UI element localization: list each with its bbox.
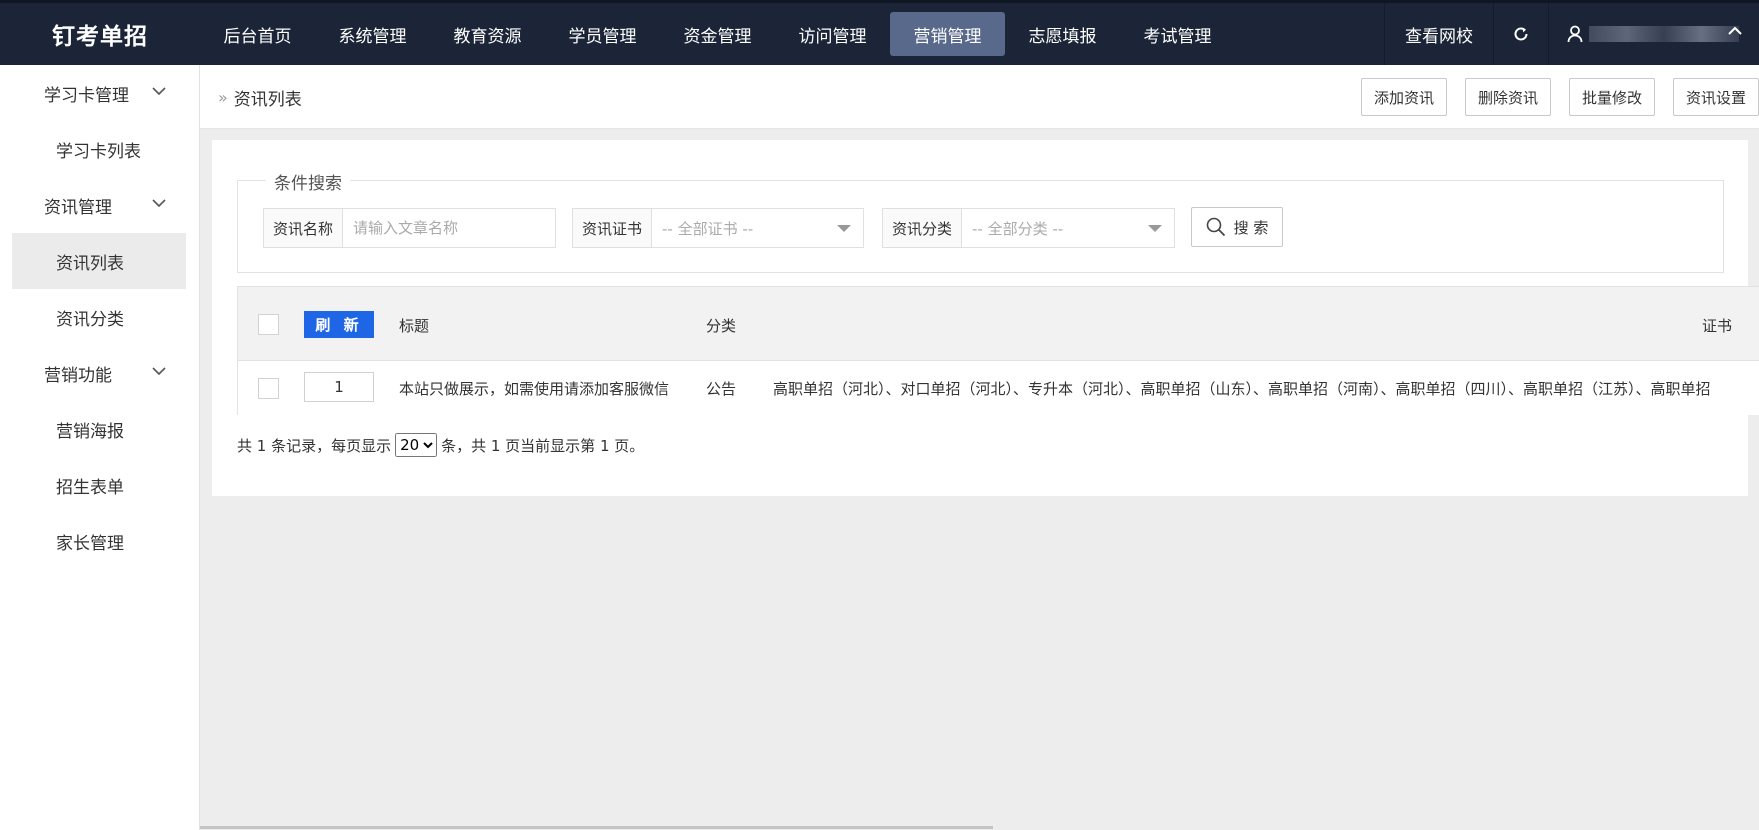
- caret-down-icon: [837, 224, 852, 232]
- sidebar-group-marketing[interactable]: 营销功能: [0, 345, 199, 401]
- search-legend: 条件搜索: [266, 169, 350, 194]
- page-title: 资讯列表: [233, 90, 302, 110]
- cert-select-value: -- 全部证书 --: [662, 219, 754, 238]
- category-field-label: 资讯分类: [883, 209, 963, 247]
- view-school-link[interactable]: 查看网校: [1385, 3, 1493, 65]
- chevron-down-icon: [152, 87, 166, 96]
- user-icon: [1567, 25, 1583, 43]
- nav-item-finance[interactable]: 资金管理: [660, 3, 775, 65]
- page-size-select[interactable]: 20: [395, 433, 438, 457]
- breadcrumb: » 资讯列表: [218, 85, 302, 110]
- row-checkbox[interactable]: [258, 378, 279, 399]
- sidebar-item-enroll-form[interactable]: 招生表单: [0, 457, 199, 513]
- sidebar-group-label: 营销功能: [44, 365, 112, 386]
- sidebar: 学习卡管理 学习卡列表 资讯管理 资讯列表 资讯分类 营销功能 营销海报 招生表…: [0, 65, 200, 830]
- sidebar-group-study-card[interactable]: 学习卡管理: [0, 65, 199, 121]
- refresh-button[interactable]: 刷 新: [304, 311, 374, 338]
- user-name-redacted: [1589, 26, 1739, 42]
- row-category: 公告: [706, 380, 737, 398]
- chevron-up-icon[interactable]: [1727, 25, 1743, 37]
- pager-prefix: 共 1 条记录，每页显示: [237, 436, 392, 455]
- row-order-input[interactable]: 1: [304, 372, 374, 402]
- table-row: 1 本站只做展示，如需使用请添加客服微信 公告 高职单招（河北）、对口单招（河北…: [238, 361, 1759, 415]
- nav-item-system[interactable]: 系统管理: [315, 3, 430, 65]
- sidebar-item-news-category[interactable]: 资讯分类: [0, 289, 199, 345]
- double-chevron-right-icon: »: [218, 88, 228, 107]
- name-field-label: 资讯名称: [264, 209, 344, 247]
- top-navbar: 钉考单招 后台首页 系统管理 教育资源 学员管理 资金管理 访问管理 营销管理 …: [0, 0, 1759, 65]
- sidebar-item-parents[interactable]: 家长管理: [0, 513, 199, 569]
- sidebar-item-poster[interactable]: 营销海报: [0, 401, 199, 457]
- chevron-down-icon: [152, 199, 166, 208]
- sidebar-item-study-card-list[interactable]: 学习卡列表: [0, 121, 199, 177]
- cert-field-label: 资讯证书: [573, 209, 653, 247]
- main-nav: 后台首页 系统管理 教育资源 学员管理 资金管理 访问管理 营销管理 志愿填报 …: [200, 3, 1235, 65]
- breadcrumb-bar: » 资讯列表 添加资讯 删除资讯 批量修改 资讯设置: [200, 65, 1759, 129]
- row-title[interactable]: 本站只做展示，如需使用请添加客服微信: [399, 378, 669, 399]
- news-table: 刷 新 标题 分类 证书 1 本站只做展示，如需使用请添加客服微信 公告 高职单…: [237, 286, 1759, 415]
- nav-item-education[interactable]: 教育资源: [430, 3, 545, 65]
- search-fieldset: 条件搜索 资讯名称 资讯证书 -- 全部证书 -- 资讯分类 -- 全部分类 -…: [237, 169, 1724, 273]
- nav-item-home[interactable]: 后台首页: [200, 3, 315, 65]
- batch-edit-button[interactable]: 批量修改: [1568, 78, 1655, 116]
- pagination: 共 1 条记录，每页显示 20 条，共 1 页当前显示第 1 页。: [237, 433, 644, 457]
- nav-item-students[interactable]: 学员管理: [545, 3, 660, 65]
- name-field-group: 资讯名称: [263, 208, 556, 248]
- header-title: 标题: [399, 317, 430, 335]
- select-all-checkbox[interactable]: [258, 314, 279, 335]
- nav-item-volunteer[interactable]: 志愿填报: [1005, 3, 1120, 65]
- page-actions: 添加资讯 删除资讯 批量修改 资讯设置: [1360, 78, 1759, 116]
- pager-suffix: 条，共 1 页当前显示第 1 页。: [441, 436, 645, 455]
- sidebar-group-label: 资讯管理: [44, 197, 112, 218]
- nav-item-exam[interactable]: 考试管理: [1120, 3, 1235, 65]
- nav-item-marketing[interactable]: 营销管理: [890, 12, 1005, 56]
- right-nav: 查看网校: [1384, 3, 1759, 65]
- row-certificate: 高职单招（河北）、对口单招（河北）、专升本（河北）、高职单招（山东）、高职单招（…: [773, 380, 1711, 398]
- name-search-input[interactable]: [343, 209, 554, 247]
- news-settings-button[interactable]: 资讯设置: [1672, 78, 1759, 116]
- header-category: 分类: [706, 317, 737, 335]
- delete-news-button[interactable]: 删除资讯: [1464, 78, 1551, 116]
- sidebar-item-news-list[interactable]: 资讯列表: [12, 233, 186, 289]
- add-news-button[interactable]: 添加资讯: [1360, 78, 1447, 116]
- table-header: 刷 新 标题 分类 证书: [238, 287, 1759, 361]
- search-button-label: 搜 索: [1233, 218, 1269, 237]
- sidebar-group-news[interactable]: 资讯管理: [0, 177, 199, 233]
- chevron-down-icon: [152, 367, 166, 376]
- category-select[interactable]: -- 全部分类 --: [962, 209, 1173, 247]
- cert-select[interactable]: -- 全部证书 --: [652, 209, 862, 247]
- cert-field-group: 资讯证书 -- 全部证书 --: [572, 208, 864, 248]
- search-icon: [1206, 217, 1225, 237]
- category-field-group: 资讯分类 -- 全部分类 --: [882, 208, 1175, 248]
- header-certificate: 证书: [1702, 317, 1733, 335]
- nav-item-access[interactable]: 访问管理: [775, 3, 890, 65]
- app-logo[interactable]: 钉考单招: [0, 3, 200, 65]
- category-select-value: -- 全部分类 --: [972, 219, 1064, 238]
- refresh-icon[interactable]: [1494, 3, 1548, 65]
- horizontal-scrollbar[interactable]: [200, 826, 993, 829]
- sidebar-group-label: 学习卡管理: [44, 85, 129, 106]
- search-button[interactable]: 搜 索: [1191, 207, 1283, 247]
- caret-down-icon: [1148, 224, 1163, 232]
